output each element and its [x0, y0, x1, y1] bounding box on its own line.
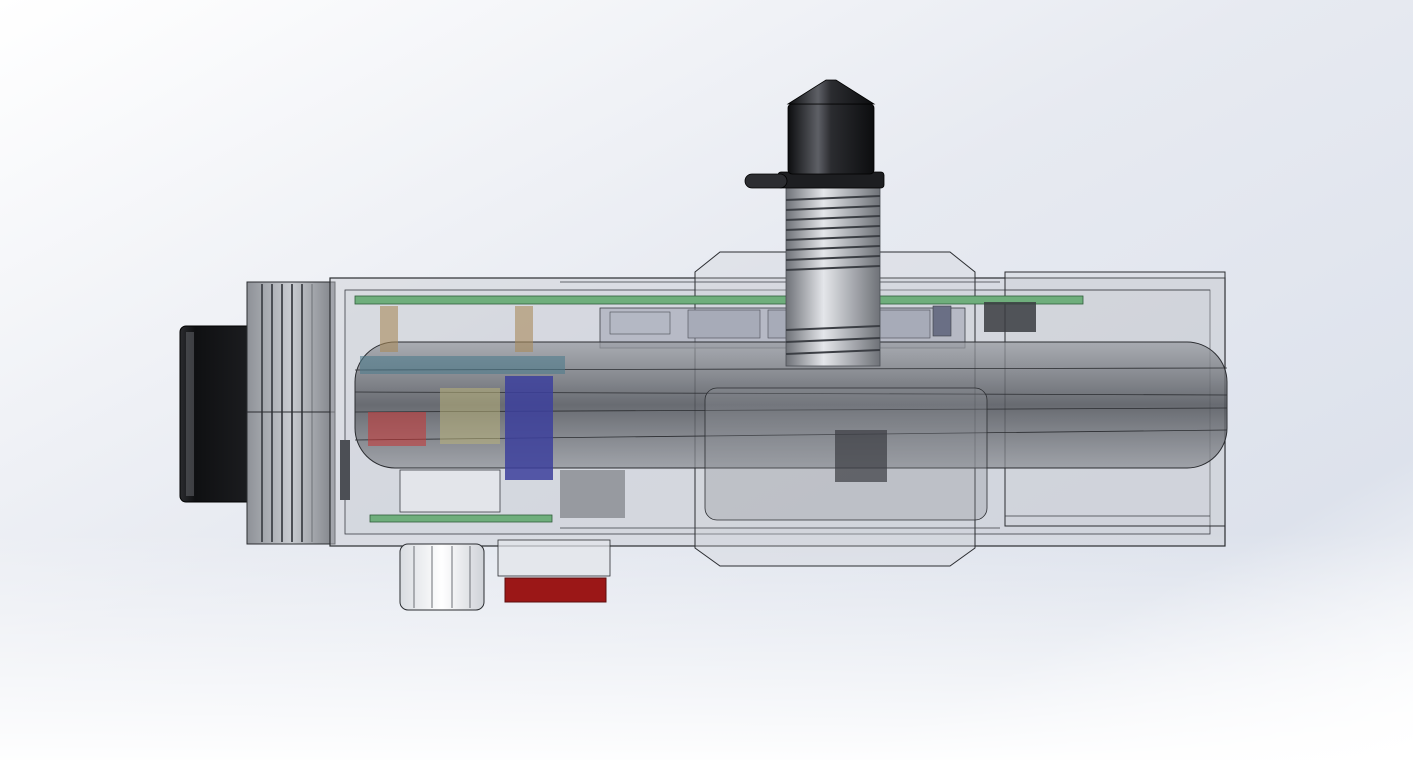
cad-viewport: [0, 0, 1413, 760]
ribbed-end-block: [246, 281, 336, 545]
knob-icon: [399, 543, 485, 611]
lens-icon: [179, 325, 257, 503]
assembly-render: [0, 0, 1413, 760]
pcb-top: [354, 295, 1084, 305]
pcb-bottom: [369, 514, 553, 523]
inner-block: [835, 430, 887, 482]
button-icon: [497, 539, 611, 603]
battery: [505, 376, 553, 480]
